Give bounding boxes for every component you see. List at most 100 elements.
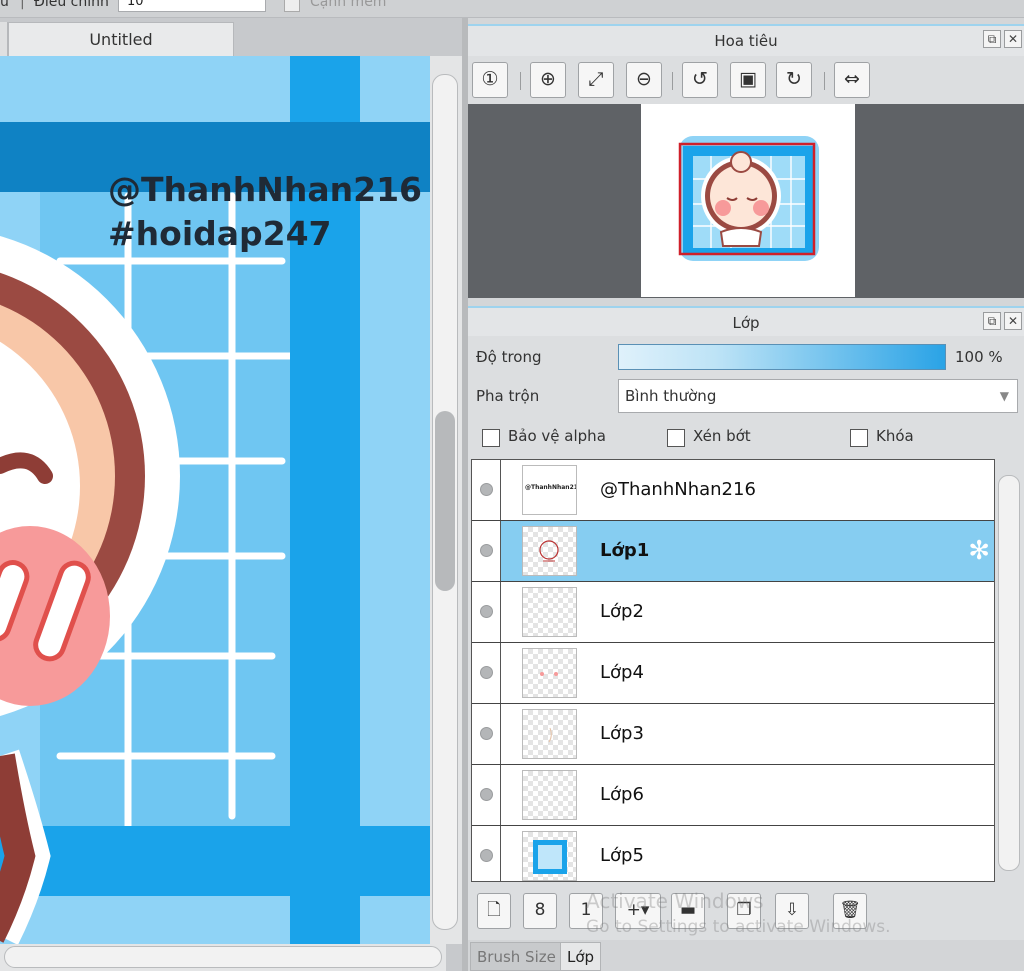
- navigator-header: Hoa tiêu ⧉ ✕: [468, 24, 1024, 56]
- layer-name: Lớp2: [600, 601, 644, 622]
- scroll-thumb[interactable]: [435, 411, 455, 591]
- separator: [520, 72, 521, 90]
- layer-row[interactable]: @ThanhNhan216 #hoidap247 @ThanhNhan216: [472, 460, 994, 521]
- opacity-slider[interactable]: [618, 344, 946, 370]
- layer-row[interactable]: Lớp6: [472, 765, 994, 826]
- lock-checkbox[interactable]: [850, 429, 868, 447]
- eye-icon: [480, 666, 493, 679]
- navigator-toolbar: ① ⊕ ⤢ ⊖ ↺ ▣ ↻ ⇔: [468, 56, 1024, 104]
- layer-name: Lớp3: [600, 723, 644, 744]
- chevron-down-icon: ▼: [999, 389, 1009, 403]
- opacity-label: Độ trong: [476, 348, 542, 366]
- layer-thumbnail-text: @ThanhNhan216 #hoidap247: [525, 484, 576, 491]
- layer-list-scrollbar[interactable]: [996, 459, 1024, 882]
- activate-windows-title: Activate Windows: [586, 889, 764, 913]
- document-tab[interactable]: Untitled: [8, 22, 234, 56]
- gear-icon[interactable]: ✻: [968, 536, 990, 566]
- eye-icon: [480, 849, 493, 862]
- visibility-toggle[interactable]: [472, 582, 501, 642]
- tab-brush-size[interactable]: Brush Size: [470, 942, 563, 971]
- soft-edge-label: Cạnh mềm: [310, 0, 387, 10]
- close-icon[interactable]: ✕: [1004, 30, 1022, 48]
- tool-options-bar: u | Điều chỉnh 10 Cạnh mềm: [0, 0, 1024, 18]
- eye-icon: [480, 727, 493, 740]
- undock-icon[interactable]: ⧉: [983, 312, 1001, 330]
- eye-icon: [480, 483, 493, 496]
- layer-thumbnail: [522, 770, 577, 820]
- layer-thumbnail: [522, 709, 577, 759]
- activate-windows-subtitle: Go to Settings to activate Windows.: [586, 917, 891, 937]
- fit-window-icon[interactable]: ⤢: [578, 62, 614, 98]
- flip-horizontal-icon[interactable]: ⇔: [834, 62, 870, 98]
- layer-row[interactable]: Lớp2: [472, 582, 994, 643]
- lock-label: Khóa: [876, 427, 914, 445]
- eye-icon: [480, 544, 493, 557]
- layer5-preview: [533, 840, 567, 874]
- reset-view-icon[interactable]: ▣: [730, 62, 766, 98]
- layer4-preview: [540, 672, 558, 676]
- zoom-actual-icon[interactable]: ①: [472, 62, 508, 98]
- new-8bit-layer-icon[interactable]: 8: [523, 893, 557, 929]
- layer-panel-title: Lớp: [732, 314, 760, 332]
- watermark-line2: #hoidap247: [108, 214, 332, 253]
- layer-row[interactable]: Lớp4: [472, 643, 994, 704]
- new-layer-icon[interactable]: 🗋: [477, 893, 511, 929]
- adjust-label: Điều chỉnh: [34, 0, 109, 10]
- layer-panel-header: Lớp ⧉ ✕: [468, 306, 1024, 338]
- undock-icon[interactable]: ⧉: [983, 30, 1001, 48]
- canvas-horizontal-scrollbar[interactable]: [0, 944, 446, 971]
- visibility-toggle[interactable]: [472, 460, 501, 520]
- clipping-checkbox[interactable]: [667, 429, 685, 447]
- drawing-canvas[interactable]: @ThanhNhan216 #hoidap247: [0, 56, 430, 944]
- visibility-toggle[interactable]: [472, 826, 501, 881]
- layer-name: @ThanhNhan216: [600, 479, 756, 500]
- layer-row[interactable]: Lớp5: [472, 826, 994, 881]
- layer-row-selected[interactable]: Lớp1 ✻: [472, 521, 994, 582]
- watermark-line1: @ThanhNhan216: [108, 170, 423, 209]
- zoom-out-icon[interactable]: ⊖: [626, 62, 662, 98]
- layer-list: @ThanhNhan216 #hoidap247 @ThanhNhan216 L…: [471, 459, 995, 882]
- layer-thumbnail: @ThanhNhan216 #hoidap247: [522, 465, 577, 515]
- layer-thumbnail: [522, 587, 577, 637]
- layer-name: Lớp6: [600, 784, 644, 805]
- eye-icon: [480, 788, 493, 801]
- rotate-right-icon[interactable]: ↻: [776, 62, 812, 98]
- visibility-toggle[interactable]: [472, 765, 501, 825]
- scroll-track: [998, 475, 1020, 871]
- scroll-thumb[interactable]: [4, 946, 442, 968]
- separator: [824, 72, 825, 90]
- separator: [672, 72, 673, 90]
- soft-edge-checkbox[interactable]: [284, 0, 300, 12]
- close-icon[interactable]: ✕: [1004, 312, 1022, 330]
- blend-mode-value: Bình thường: [625, 387, 717, 405]
- preview-image: [678, 136, 819, 261]
- alpha-protect-label: Bảo vệ alpha: [508, 427, 606, 445]
- layer-thumbnail: [522, 648, 577, 698]
- layer3-preview: [548, 727, 552, 743]
- visibility-toggle[interactable]: [472, 643, 501, 703]
- layer-row[interactable]: Lớp3: [472, 704, 994, 765]
- opacity-value: 100 %: [955, 348, 1003, 366]
- alpha-protect-checkbox[interactable]: [482, 429, 500, 447]
- activate-windows-overlay: Activate Windows Go to Settings to activ…: [586, 888, 891, 940]
- navigator-preview[interactable]: [641, 104, 855, 297]
- zoom-in-icon[interactable]: ⊕: [530, 62, 566, 98]
- blend-mode-select[interactable]: Bình thường ▼: [618, 379, 1018, 413]
- visibility-toggle[interactable]: [472, 521, 501, 581]
- adjust-input[interactable]: 10: [118, 0, 266, 12]
- tab-layer[interactable]: Lớp: [560, 942, 602, 971]
- layer-name: Lớp1: [600, 540, 650, 561]
- tool-option-label: u: [0, 0, 9, 10]
- document-tab-prev[interactable]: [0, 22, 8, 56]
- separator: |: [20, 0, 25, 10]
- layer1-preview: [539, 540, 559, 562]
- clipping-label: Xén bớt: [693, 427, 751, 445]
- eye-icon: [480, 605, 493, 618]
- layer-thumbnail: [522, 831, 577, 881]
- canvas-vertical-scrollbar[interactable]: [430, 56, 462, 944]
- blend-label: Pha trộn: [476, 387, 540, 405]
- rotate-left-icon[interactable]: ↺: [682, 62, 718, 98]
- layer-name: Lớp4: [600, 662, 644, 683]
- visibility-toggle[interactable]: [472, 704, 501, 764]
- bottom-panel-tabs: Brush Size Lớp: [468, 940, 1024, 971]
